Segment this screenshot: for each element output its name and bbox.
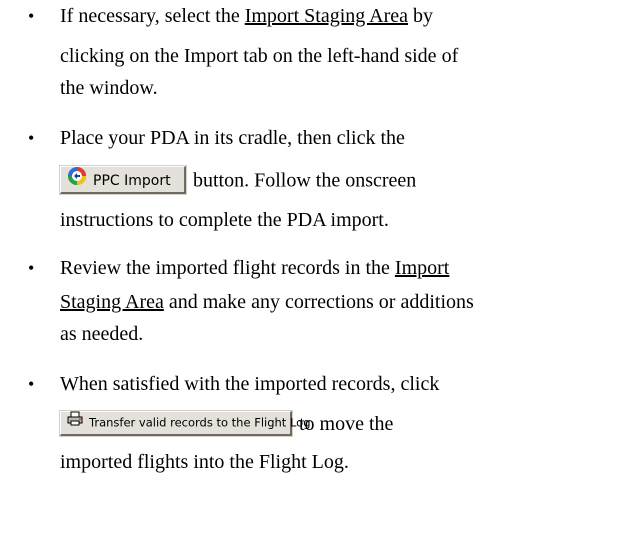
list-item-line: Staging Area and make any corrections or… (60, 290, 474, 314)
text-segment: button. Follow the onscreen (193, 169, 417, 192)
bullet-marker: • (28, 6, 35, 26)
text-segment: to move the (299, 413, 394, 435)
list-item-line: Review the imported flight records in th… (60, 256, 449, 280)
printer-transfer-icon (67, 411, 83, 433)
list-item-line: PPC Import button. Follow the onscreen (60, 166, 417, 196)
list-item-line: instructions to complete the PDA import. (60, 209, 389, 231)
list-item-line: clicking on the Import tab on the left-h… (60, 45, 459, 67)
ppc-import-icon (67, 166, 87, 194)
bullet-marker: • (28, 128, 35, 148)
text-segment: If necessary, select the (60, 5, 245, 27)
text-segment: and make any corrections or additions (163, 291, 474, 313)
list-item-line: the window. (60, 77, 158, 99)
bullet-marker: • (28, 374, 35, 394)
list-item-line: Transfer valid records to the Flight Log… (60, 410, 394, 438)
list-item-line: as needed. (60, 323, 144, 345)
list-item-line: When satisfied with the imported records… (60, 373, 440, 395)
list-item-line: If necessary, select the Import Staging … (60, 4, 433, 28)
transfer-to-flight-log-button[interactable]: Transfer valid records to the Flight Log (60, 410, 311, 436)
list-item-line: Place your PDA in its cradle, then click… (60, 127, 405, 149)
import-staging-area-link[interactable]: Import Staging Area (245, 5, 408, 27)
import-staging-area-link[interactable]: Import (395, 257, 449, 279)
transfer-button-label: Transfer valid records to the Flight Log (89, 415, 311, 430)
text-segment: by (408, 5, 434, 27)
ppc-import-button-label: PPC Import (93, 173, 171, 189)
ppc-import-button[interactable]: PPC Import (60, 166, 186, 194)
list-item-line: imported flights into the Flight Log. (60, 451, 349, 473)
import-staging-area-link[interactable]: Staging Area (60, 291, 164, 313)
text-segment: Review the imported flight records in th… (60, 257, 395, 279)
bullet-marker: • (28, 258, 35, 278)
